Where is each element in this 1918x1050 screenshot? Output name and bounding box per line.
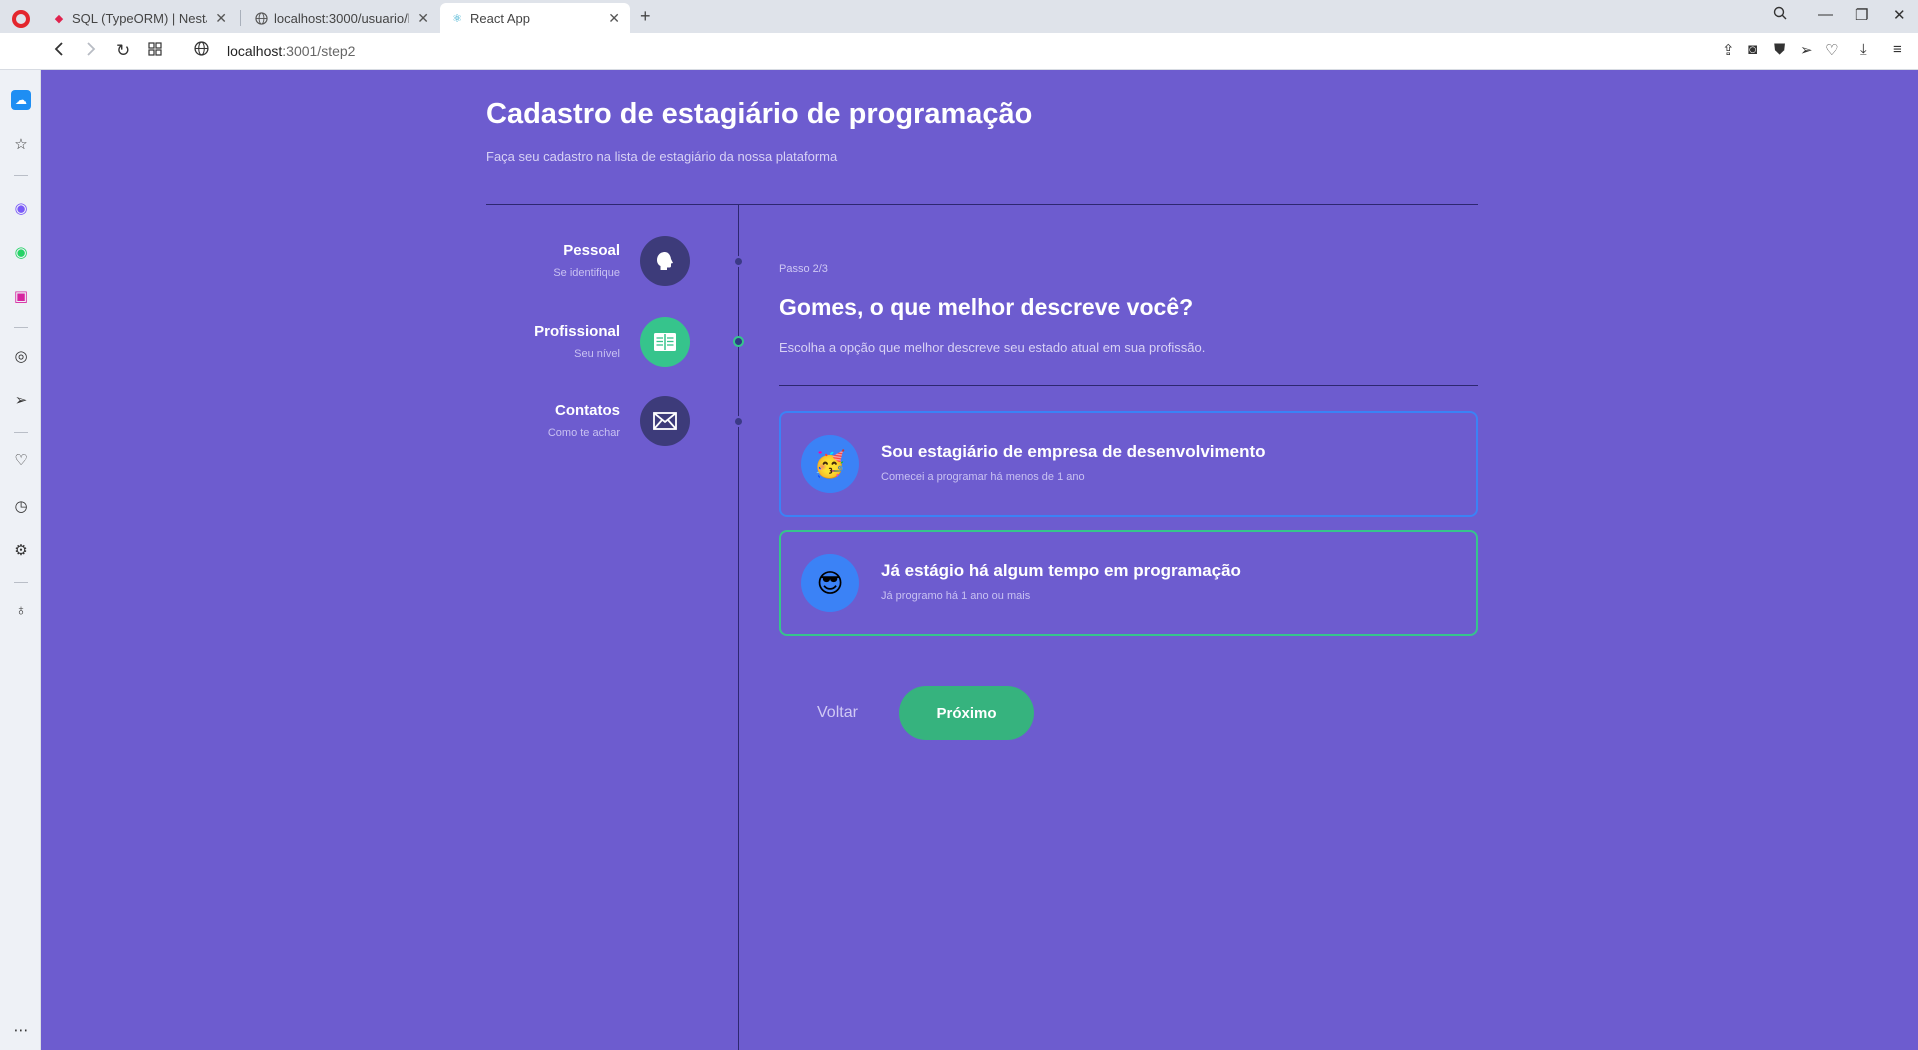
sunglasses-face-icon: 😎 <box>801 554 859 612</box>
step-contatos[interactable]: Contatos Como te achar <box>470 396 690 448</box>
tab-bar: ◆ SQL (TypeORM) | NestJS - A ✕ localhost… <box>0 0 1918 33</box>
player-icon[interactable]: ◎ <box>11 346 31 366</box>
close-icon[interactable]: ✕ <box>215 10 227 27</box>
option-intern-company[interactable]: 🥳 Sou estagiário de empresa de desenvolv… <box>779 411 1478 517</box>
close-icon[interactable]: ✕ <box>417 10 429 27</box>
step-pessoal[interactable]: Pessoal Se identifique <box>470 236 690 288</box>
tab-nestjs[interactable]: ◆ SQL (TypeORM) | NestJS - A ✕ <box>42 3 237 33</box>
tab-separator <box>240 10 241 26</box>
step-sublabel: Seu nível <box>574 348 620 360</box>
search-icon[interactable] <box>1773 6 1787 24</box>
url-path: :3001/step2 <box>282 43 356 59</box>
form-question: Gomes, o que melhor descreve você? <box>779 294 1194 320</box>
minimize-icon[interactable]: — <box>1818 6 1833 23</box>
close-window-icon[interactable]: ✕ <box>1893 6 1906 24</box>
book-icon <box>640 317 690 367</box>
option-title: Já estágio há algum tempo em programação <box>881 561 1241 580</box>
whatsapp-icon[interactable]: ◉ <box>11 242 31 262</box>
lightbulb-icon[interactable]: ♁ <box>11 600 31 620</box>
mail-icon <box>640 396 690 446</box>
back-icon[interactable] <box>53 41 65 62</box>
globe-icon <box>254 11 268 25</box>
camera-icon[interactable]: ◙ <box>1748 41 1757 58</box>
tab-title: React App <box>470 10 530 26</box>
send-icon[interactable]: ➢ <box>1800 41 1813 59</box>
back-button[interactable]: Voltar <box>817 704 858 722</box>
heart-icon[interactable]: ♡ <box>11 450 31 470</box>
step-indicator-dot-active <box>733 336 744 347</box>
forward-icon[interactable] <box>85 41 97 62</box>
site-info-icon[interactable] <box>194 41 209 61</box>
settings-gear-icon[interactable]: ⚙ <box>11 540 31 560</box>
page-content: Cadastro de estagiário de programação Fa… <box>41 70 1918 1050</box>
tabs-grid-icon[interactable] <box>148 41 162 61</box>
tab-react-app[interactable]: ⚛ React App ✕ <box>440 3 630 33</box>
menu-icon[interactable]: ≡ <box>1893 41 1902 58</box>
person-head-icon <box>640 236 690 286</box>
step-sublabel: Se identifique <box>553 267 620 279</box>
step-count: Passo 2/3 <box>779 263 828 275</box>
history-clock-icon[interactable]: ◷ <box>11 496 31 516</box>
sidebar-divider <box>14 432 28 433</box>
party-face-icon: 🥳 <box>801 435 859 493</box>
sidebar-divider <box>14 327 28 328</box>
steps-divider <box>738 205 739 1050</box>
opera-logo-icon[interactable] <box>12 10 30 28</box>
step-label: Contatos <box>555 402 620 419</box>
step-sublabel: Como te achar <box>547 427 620 439</box>
form-description: Escolha a opção que melhor descreve seu … <box>779 340 1206 355</box>
more-icon[interactable]: ⋯ <box>11 1020 31 1040</box>
react-icon: ⚛ <box>452 12 462 25</box>
tab-title: localhost:3000/usuario/lista <box>274 10 410 26</box>
next-button[interactable]: Próximo <box>899 686 1034 740</box>
option-experienced-intern[interactable]: 😎 Já estágio há algum tempo em programaç… <box>779 530 1478 636</box>
step-indicator-dot <box>733 256 744 267</box>
instagram-icon[interactable]: ▣ <box>11 286 31 306</box>
url-host: localhost <box>227 43 283 59</box>
reload-icon[interactable]: ↻ <box>116 41 130 61</box>
address-bar: ↻ localhost:3001/step2 ⇪ ◙ ⛊ ➢ ♡ ⤓ ≡ <box>0 33 1918 70</box>
close-icon[interactable]: ✕ <box>608 10 620 27</box>
option-description: Já programo há 1 ano ou mais <box>881 590 1031 602</box>
star-icon[interactable]: ☆ <box>11 134 31 154</box>
share-icon[interactable]: ⇪ <box>1722 41 1735 59</box>
form-divider <box>779 385 1478 386</box>
page-subtitle: Faça seu cadastro na lista de estagiário… <box>486 149 838 164</box>
option-title: Sou estagiário de empresa de desenvolvim… <box>881 442 1266 461</box>
option-description: Comecei a programar há menos de 1 ano <box>881 471 1085 483</box>
restore-icon[interactable]: ❐ <box>1855 6 1868 24</box>
browser-sidebar: ☁ ☆ ◉ ◉ ▣ ◎ ➢ ♡ ◷ ⚙ ♁ ⋯ <box>0 70 41 1050</box>
step-indicator-dot <box>733 416 744 427</box>
new-tab-button[interactable]: + <box>640 6 651 27</box>
send-icon[interactable]: ➢ <box>11 390 31 410</box>
step-label: Pessoal <box>563 242 620 259</box>
sidebar-divider <box>14 175 28 176</box>
download-icon[interactable]: ⤓ <box>1860 41 1867 58</box>
tab-title: SQL (TypeORM) | NestJS - A <box>72 10 207 26</box>
url-field[interactable]: localhost:3001/step2 <box>227 43 355 59</box>
nestjs-icon: ◆ <box>54 12 64 25</box>
sidebar-divider <box>14 582 28 583</box>
adblock-shield-icon[interactable]: ⛊ <box>1774 41 1785 58</box>
page-title: Cadastro de estagiário de programação <box>486 98 1033 130</box>
messenger-icon[interactable]: ◉ <box>11 198 31 218</box>
step-profissional[interactable]: Profissional Seu nível <box>470 317 690 369</box>
step-label: Profissional <box>534 323 620 340</box>
home-cloud-icon[interactable]: ☁ <box>11 90 31 110</box>
heart-icon[interactable]: ♡ <box>1825 41 1838 59</box>
tab-localhost-3000[interactable]: localhost:3000/usuario/lista ✕ <box>244 3 439 33</box>
header-divider <box>486 204 1478 205</box>
